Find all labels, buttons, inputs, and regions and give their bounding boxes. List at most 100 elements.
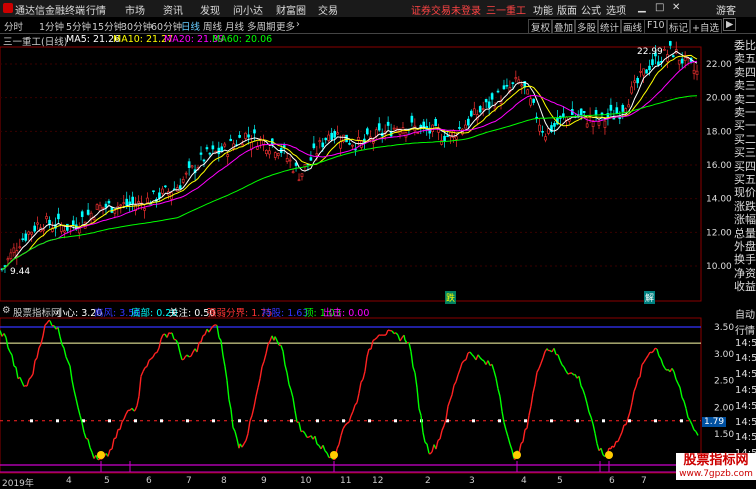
- candle-body: [663, 49, 665, 50]
- chart-canvas[interactable]: 22.0020.0018.0016.0014.0012.0010.00 3.50…: [0, 0, 756, 487]
- chart-title: 三一重工(日线): [3, 34, 67, 48]
- candle-body: [224, 144, 226, 146]
- candle-body: [28, 232, 30, 234]
- y-tick-label: 16.00: [706, 161, 732, 171]
- indicator-y-axis: 3.503.002.502.001.501.00: [714, 323, 734, 467]
- x-axis-label: 4: [521, 476, 527, 486]
- dot-marker: [498, 419, 501, 422]
- candle-body: [227, 155, 229, 157]
- candle-body: [158, 193, 160, 198]
- dot-marker: [160, 419, 163, 422]
- candle-body: [230, 139, 232, 141]
- dot-marker: [680, 419, 683, 422]
- candle-body: [93, 218, 95, 220]
- oscillator-segment: [655, 348, 657, 349]
- candle-body: [521, 85, 523, 86]
- dot-marker: [238, 419, 241, 422]
- indicator-y-tick: 3.50: [714, 323, 734, 333]
- dot-marker: [602, 419, 605, 422]
- candle-body: [13, 248, 15, 253]
- candle-body: [553, 123, 555, 126]
- oscillator-segment: [86, 438, 88, 439]
- dot-marker: [264, 419, 267, 422]
- dot-marker: [186, 419, 189, 422]
- low-price-label: 9.44: [10, 267, 30, 277]
- tick-time-label: 14:56: [735, 432, 756, 443]
- candle-body: [583, 111, 585, 112]
- x-axis-label: 3: [469, 476, 475, 486]
- candle-body: [604, 121, 606, 127]
- signal-smiley-icon: [605, 451, 613, 459]
- candle-body: [562, 114, 564, 117]
- candle-body: [57, 214, 59, 219]
- candle-body: [132, 197, 134, 204]
- tick-time-label: 14:56: [735, 385, 756, 396]
- candle-body: [102, 207, 104, 208]
- main-y-axis: 22.0020.0018.0016.0014.0012.0010.00: [706, 60, 732, 272]
- candle-body: [203, 160, 205, 161]
- oscillator-segment: [654, 348, 655, 350]
- signal-smiley-icon: [513, 451, 521, 459]
- candle-body: [37, 223, 39, 224]
- candle-body: [539, 125, 541, 131]
- oscillator-segment: [182, 359, 184, 360]
- candle-body: [464, 125, 466, 128]
- candle-body: [366, 129, 368, 134]
- indicator-side-label[interactable]: 行情: [735, 322, 755, 337]
- candle-body: [622, 105, 624, 111]
- candle-body: [144, 209, 146, 211]
- x-axis-label: 7: [186, 476, 192, 486]
- x-axis-label: 7: [641, 476, 647, 486]
- candle-body: [598, 122, 600, 126]
- candle-body: [43, 230, 45, 231]
- candle-body: [649, 66, 651, 70]
- candle-body: [188, 162, 190, 168]
- dot-marker: [394, 419, 397, 422]
- candle-body: [657, 62, 659, 65]
- candle-body: [595, 110, 597, 114]
- x-axis-label: 6: [609, 476, 615, 486]
- candle-body: [530, 99, 532, 105]
- y-tick-label: 20.00: [706, 94, 732, 104]
- candle-body: [120, 205, 122, 206]
- candle-body: [634, 81, 636, 83]
- candle-body: [245, 133, 247, 138]
- dot-marker: [342, 419, 345, 422]
- indicator-title: 股票指标网: [13, 305, 61, 319]
- candle-body: [289, 160, 291, 161]
- candle-body: [455, 137, 457, 140]
- candle-body: [22, 239, 24, 240]
- candle-body: [613, 118, 615, 119]
- candle-body: [417, 133, 419, 134]
- candle-body: [253, 130, 255, 133]
- x-axis-label: 2019年: [2, 476, 34, 489]
- indicator-settings-icon[interactable]: ⚙: [2, 305, 11, 316]
- tick-time-label: 14:56: [735, 401, 756, 412]
- candle-body: [619, 118, 621, 119]
- tick-time-label: 14:56: [735, 338, 756, 349]
- candle-body: [138, 202, 140, 203]
- candle-body: [643, 69, 645, 75]
- candle-body: [248, 135, 250, 137]
- candle-body: [491, 94, 493, 100]
- candle-body: [331, 133, 333, 139]
- dot-marker: [368, 419, 371, 422]
- candle-body: [503, 86, 505, 89]
- indicator-side-label[interactable]: 自动: [735, 306, 755, 321]
- tick-time-label: 14:56: [735, 353, 756, 364]
- candle-body: [268, 151, 270, 154]
- dot-marker: [30, 419, 33, 422]
- candle-body: [334, 131, 336, 137]
- candle-body: [123, 203, 125, 204]
- dot-marker: [654, 419, 657, 422]
- candle-body: [506, 85, 508, 86]
- oscillator-segment: [189, 356, 191, 357]
- candle-body: [325, 138, 327, 140]
- candle-body: [672, 56, 674, 57]
- candle-body: [640, 71, 642, 72]
- candle-body: [310, 158, 312, 161]
- candle-body: [438, 129, 440, 132]
- main-chart-frame: [0, 47, 701, 301]
- candle-body: [108, 201, 110, 203]
- candle-body: [669, 41, 671, 45]
